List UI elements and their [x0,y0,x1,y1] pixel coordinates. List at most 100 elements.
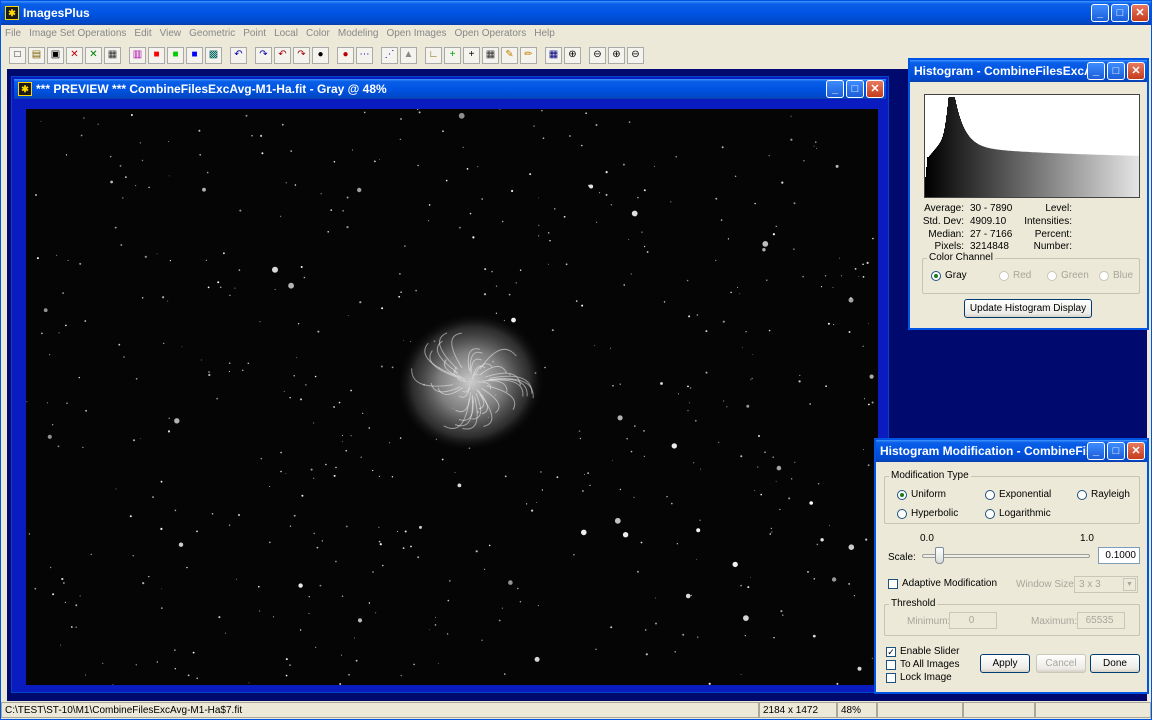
dot-red-icon[interactable]: ● [337,46,354,64]
update-histogram-button[interactable]: Update Histogram Display [964,299,1092,318]
done-button[interactable]: Done [1090,654,1140,673]
histmod-minimize-button[interactable]: _ [1087,442,1105,460]
histmod-maximize-button[interactable]: □ [1107,442,1125,460]
star [578,430,581,432]
menu-image-set-operations[interactable]: Image Set Operations [29,28,126,39]
crosshair-icon[interactable]: + [463,46,480,64]
menu-color[interactable]: Color [306,28,330,39]
minimize-button[interactable]: _ [1091,4,1109,22]
star [389,442,391,444]
new-icon[interactable]: □ [9,46,26,64]
preview-minimize-button[interactable]: _ [826,80,844,98]
star [228,370,230,373]
menu-view[interactable]: View [160,28,182,39]
preview-title-bar[interactable]: ✱ *** PREVIEW *** CombineFilesExcAvg-M1-… [14,79,886,99]
menu-help[interactable]: Help [534,28,555,39]
blue-icon[interactable]: ■ [186,46,203,64]
preview-close-button[interactable]: ✕ [866,80,884,98]
histogram-title-bar[interactable]: Histogram - CombineFilesExcAvg-... _ □ ✕ [910,60,1147,82]
menu-open-images[interactable]: Open Images [386,28,446,39]
close-green-icon[interactable]: ✕ [85,46,102,64]
grid-icon[interactable]: ▩ [205,46,222,64]
cancel-button[interactable]: Cancel [1036,654,1086,673]
astro-image-canvas[interactable] [26,109,878,685]
to-all-images-checkbox[interactable]: To All Images [886,659,959,670]
apply-button[interactable]: Apply [980,654,1030,673]
preview-maximize-button[interactable]: □ [846,80,864,98]
window-size-select[interactable]: 3 x 3 ▼ [1074,576,1138,593]
paint-icon[interactable]: ✎ [501,46,518,64]
histmod-title: Histogram Modification - CombineFilesE..… [880,444,1087,458]
histogram-close-button[interactable]: ✕ [1127,62,1145,80]
zoom-out-icon[interactable]: ⊖ [589,46,606,64]
menu-edit[interactable]: Edit [134,28,151,39]
threshold-legend: Threshold [889,598,938,609]
measure-icon[interactable]: ∟ [425,46,442,64]
star [762,241,769,247]
logarithmic-radio[interactable]: Logarithmic [985,508,1051,519]
maximize-button[interactable]: □ [1111,4,1129,22]
print-icon[interactable]: ▦ [104,46,121,64]
star [308,612,310,615]
channel-green-radio[interactable]: Green [1047,270,1089,281]
lock-image-checkbox[interactable]: Lock Image [886,672,952,683]
threshold-min-field[interactable]: 0 [949,612,997,629]
marker-icon[interactable]: ⋰ [381,46,398,64]
zoom-fit-icon[interactable]: ⊕ [608,46,625,64]
menu-file[interactable]: File [5,28,21,39]
star [754,202,756,205]
dot-black-icon[interactable]: ● [312,46,329,64]
rayleigh-radio[interactable]: Rayleigh [1077,489,1130,500]
undo-icon[interactable]: ↶ [230,46,247,64]
star [259,321,261,323]
adaptive-modification-checkbox[interactable]: Adaptive Modification [888,578,997,589]
histogram-maximize-button[interactable]: □ [1107,62,1125,80]
calculator-icon[interactable]: ▦ [482,46,499,64]
table-icon[interactable]: ▦ [545,46,562,64]
hyperbolic-radio[interactable]: Hyperbolic [897,508,958,519]
menu-point[interactable]: Point [243,28,266,39]
star [788,497,791,500]
menu-open-operators[interactable]: Open Operators [455,28,527,39]
uniform-radio[interactable]: Uniform [897,489,946,500]
menu-modeling[interactable]: Modeling [338,28,379,39]
close-button[interactable]: ✕ [1131,4,1149,22]
star [584,473,585,475]
rgb-icon[interactable]: ▥ [129,46,146,64]
red-icon[interactable]: ■ [148,46,165,64]
scale-slider-thumb[interactable] [934,547,944,564]
pencil-icon[interactable]: ✏ [520,46,537,64]
menu-local[interactable]: Local [274,28,298,39]
threshold-max-field[interactable]: 65535 [1077,612,1125,629]
star [565,263,568,266]
zoom-actual-icon[interactable]: ⊖ [627,46,644,64]
redo-all-icon[interactable]: ↷ [293,46,310,64]
scale-slider-track[interactable] [922,554,1090,558]
triangle-icon[interactable]: ▲ [400,46,417,64]
dots-icon[interactable]: ⋯ [356,46,373,64]
channel-gray-radio[interactable]: Gray [931,270,967,281]
close-red-icon[interactable]: ✕ [66,46,83,64]
histmod-title-bar[interactable]: Histogram Modification - CombineFilesE..… [876,440,1147,462]
channel-blue-radio[interactable]: Blue [1099,270,1133,281]
redo-icon[interactable]: ↷ [255,46,272,64]
scale-value-field[interactable]: 0.1000 [1098,547,1140,564]
green-icon[interactable]: ■ [167,46,184,64]
histogram-plot[interactable] [924,94,1140,198]
star [864,398,865,400]
channel-red-radio[interactable]: Red [999,270,1031,281]
status-file-path: C:\TEST\ST-10\M1\CombineFilesExcAvg-M1-H… [1,702,759,718]
enable-slider-checkbox[interactable]: ✓ Enable Slider [886,646,959,657]
menu-geometric[interactable]: Geometric [189,28,235,39]
star [790,138,793,141]
histmod-close-button[interactable]: ✕ [1127,442,1145,460]
undo-all-icon[interactable]: ↶ [274,46,291,64]
app-title-bar[interactable]: ✱ ImagesPlus _ □ ✕ [1,1,1151,25]
save-icon[interactable]: ▣ [47,46,64,64]
zoom-in-icon[interactable]: ⊕ [564,46,581,64]
status-zoom: 48% [837,702,877,718]
exponential-radio[interactable]: Exponential [985,489,1051,500]
crosshair-green-icon[interactable]: + [444,46,461,64]
histogram-minimize-button[interactable]: _ [1087,62,1105,80]
open-icon[interactable]: ▤ [28,46,45,64]
